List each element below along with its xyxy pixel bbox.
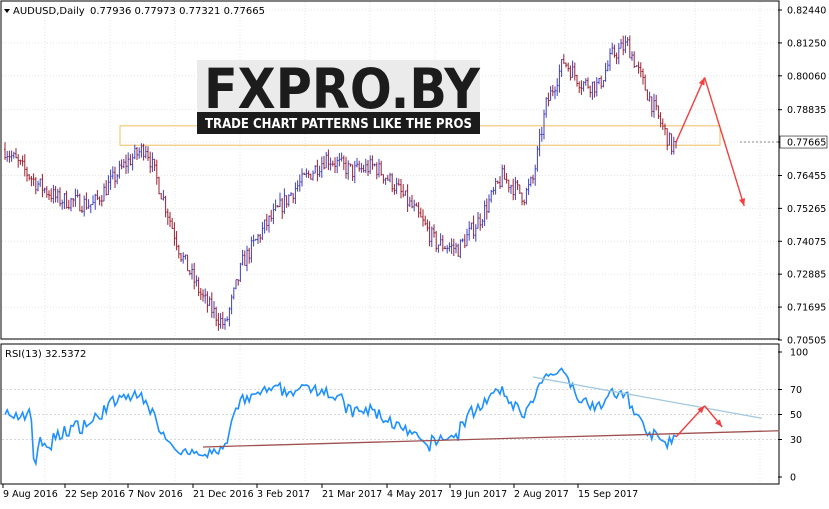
date-label: 22 Sep 2016 (65, 489, 125, 500)
trading-chart[interactable]: FXPRO.BY TRADE CHART PATTERNS LIKE THE P… (0, 0, 829, 505)
rsi-tick-label: 30 (790, 435, 802, 446)
price-tick-label: 0.81250 (787, 38, 826, 49)
date-label: 19 Jun 2017 (450, 489, 507, 500)
current-price-label: 0.77665 (787, 138, 826, 149)
logo-brand: FXPRO.BY (204, 57, 481, 121)
fxpro-logo: FXPRO.BY TRADE CHART PATTERNS LIKE THE P… (197, 57, 481, 134)
price-tick-label: 0.78835 (787, 105, 826, 116)
logo-tagline: TRADE CHART PATTERNS LIKE THE PROS (205, 117, 472, 132)
symbol-label: AUDUSD,Daily (13, 6, 85, 17)
price-tick-label: 0.70505 (787, 336, 826, 347)
price-tick-label: 0.80060 (787, 71, 826, 82)
time-axis[interactable]: 9 Aug 2016 22 Sep 2016 7 Nov 2016 21 Dec 20… (2, 484, 638, 500)
date-label: 7 Nov 2016 (128, 489, 183, 500)
rsi-axis[interactable]: 100 70 50 30 0 (778, 348, 808, 484)
date-label: 2 Aug 2017 (514, 489, 569, 500)
price-tick-label: 0.76455 (787, 171, 826, 182)
price-tick-label: 0.71695 (787, 303, 826, 314)
date-label: 9 Aug 2016 (3, 489, 58, 500)
rsi-tick-label: 50 (790, 410, 802, 421)
price-tick-label: 0.72885 (787, 270, 826, 281)
date-label: 4 May 2017 (387, 489, 443, 500)
date-label: 21 Dec 2016 (193, 489, 254, 500)
price-tick-label: 0.75265 (787, 204, 826, 215)
date-label: 15 Sep 2017 (578, 489, 638, 500)
price-tick-label: 0.82440 (787, 6, 826, 17)
date-label: 3 Feb 2017 (257, 489, 310, 500)
date-label: 21 Mar 2017 (322, 489, 382, 500)
rsi-tick-label: 100 (790, 348, 808, 359)
rsi-tick-label: 0 (790, 473, 796, 484)
chart-canvas[interactable]: FXPRO.BY TRADE CHART PATTERNS LIKE THE P… (0, 0, 829, 505)
price-pane[interactable] (0, 0, 780, 340)
rsi-label: RSI(13) 32.5372 (5, 349, 86, 360)
ohlc-values: 0.77936 0.77973 0.77321 0.77665 (90, 6, 265, 17)
rsi-tick-label: 70 (790, 385, 802, 396)
price-tick-label: 0.74075 (787, 237, 826, 248)
